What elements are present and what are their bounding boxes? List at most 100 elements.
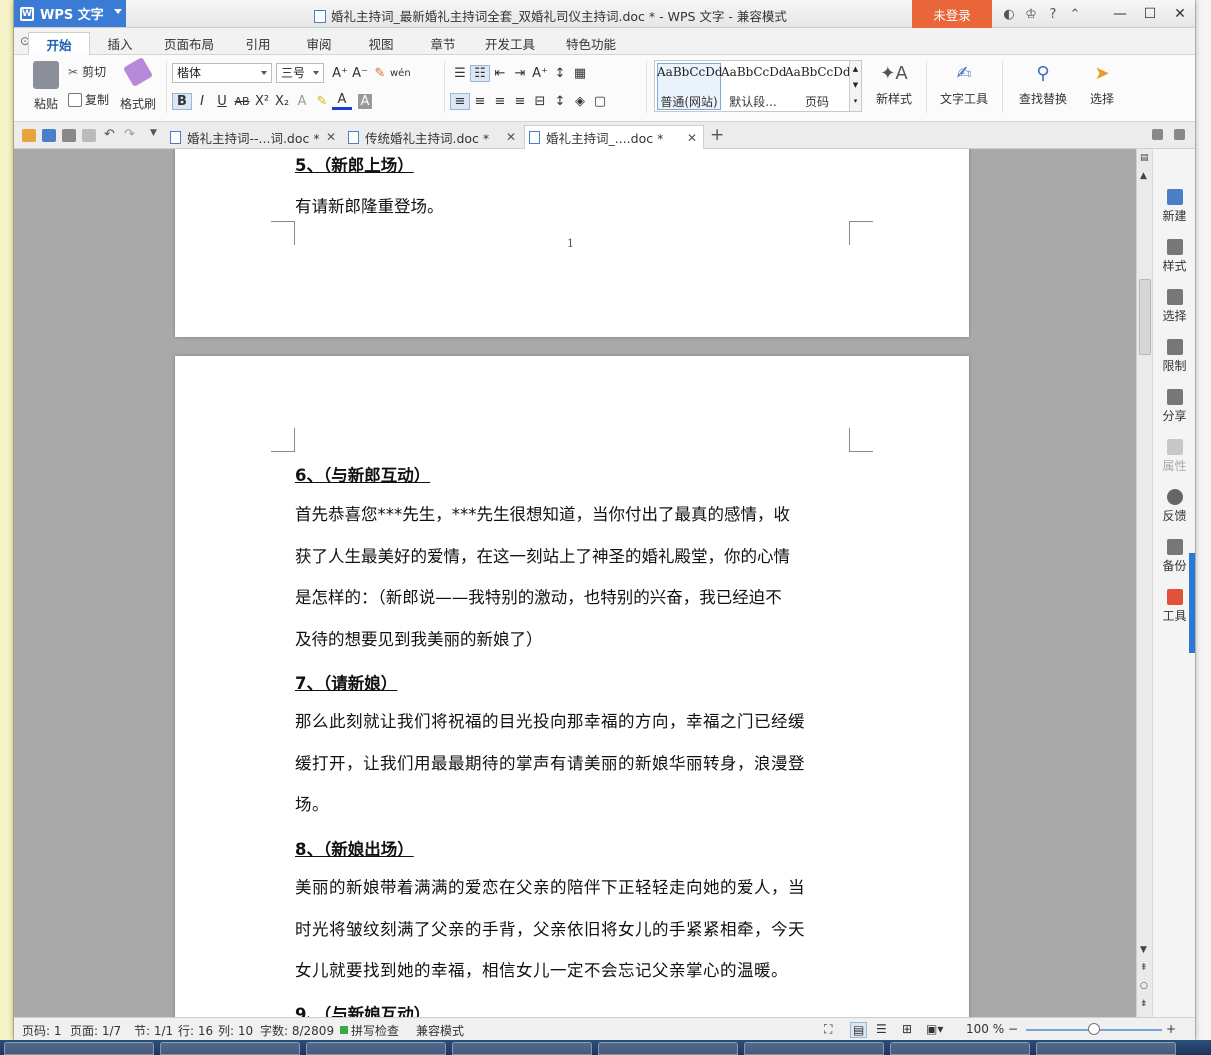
outline-view-icon[interactable]: ☰ [876, 1022, 887, 1036]
shirt-icon[interactable]: ♔ [1020, 7, 1042, 22]
page-view-icon[interactable]: ▤ [850, 1022, 868, 1038]
font-name-select[interactable]: 楷体 [172, 63, 272, 83]
highlight-icon[interactable]: ✎ [312, 94, 332, 109]
justify-icon[interactable]: ≡ [510, 94, 530, 109]
style-preview-normal[interactable]: AaBbCcDd [657, 65, 723, 79]
subscript-button[interactable]: X₂ [272, 94, 292, 109]
line-spacing-icon[interactable]: ↕ [550, 94, 570, 109]
vertical-scrollbar[interactable]: ▤ ▲ ▼ ⇞ ○ ⇟ [1136, 149, 1152, 1017]
quick-access-dropdown-icon[interactable]: ▼ [150, 128, 157, 138]
align-right-icon[interactable]: ≡ [490, 94, 510, 109]
status-pages[interactable]: 页面: 1/7 [70, 1022, 121, 1039]
chinese-layout-icon[interactable]: A⁺ [530, 66, 550, 81]
task-select[interactable]: 选择 [1153, 289, 1195, 324]
minimize-icon[interactable]: — [1105, 0, 1135, 28]
taskbar-button[interactable] [598, 1042, 738, 1055]
tab-special-features[interactable]: 特色功能 [546, 32, 636, 55]
border-icon[interactable]: ▢ [590, 94, 610, 109]
doc-tab-2[interactable]: 传统婚礼主持词.doc * ✕ [344, 125, 522, 149]
help-button[interactable]: ? [1042, 7, 1064, 22]
close-tab-icon[interactable]: ✕ [687, 131, 697, 145]
style-label-normal[interactable]: 普通(网站) [657, 93, 721, 110]
paste-button[interactable]: 粘贴 [24, 61, 68, 112]
taskbar-button[interactable] [452, 1042, 592, 1055]
add-tab-button[interactable]: + [710, 125, 724, 145]
tab-developer[interactable]: 开发工具 [474, 32, 546, 55]
style-preview-page-number[interactable]: AaBbCcDd [785, 65, 851, 79]
italic-button[interactable]: I [192, 94, 212, 109]
restore-icon[interactable] [1152, 129, 1163, 140]
tab-view[interactable]: 视图 [350, 32, 412, 55]
login-button[interactable]: 未登录 [912, 0, 992, 28]
style-preview-default[interactable]: AaBbCcDd [721, 65, 787, 79]
task-restrict[interactable]: 限制 [1153, 339, 1195, 374]
superscript-button[interactable]: X² [252, 94, 272, 109]
tab-references[interactable]: 引用 [228, 32, 288, 55]
tab-review[interactable]: 审阅 [288, 32, 350, 55]
status-column[interactable]: 列: 10 [218, 1022, 253, 1039]
style-gallery-scroll-icon[interactable]: ▲ ▼ ▾ [849, 61, 861, 111]
status-spell-check[interactable]: 拼写检查 [351, 1022, 399, 1039]
bullet-list-icon[interactable]: ☰ [450, 66, 470, 81]
font-color-button[interactable]: A [332, 92, 352, 110]
phonetic-icon[interactable]: wén [390, 68, 411, 79]
zoom-level[interactable]: 100 % [966, 1022, 1004, 1036]
text-tools-button[interactable]: ✍ 文字工具 [932, 63, 996, 107]
zoom-slider-knob[interactable] [1088, 1023, 1100, 1035]
scrollbar-thumb[interactable] [1139, 279, 1151, 355]
new-style-button[interactable]: ✦A 新样式 [866, 63, 922, 107]
previous-page-icon[interactable]: ⇞ [1140, 963, 1148, 973]
align-center-icon[interactable]: ≡ [470, 94, 490, 109]
grow-font-icon[interactable]: A⁺ [330, 66, 350, 81]
tab-menu-icon[interactable] [1174, 129, 1185, 140]
shading-icon[interactable]: ◈ [570, 94, 590, 109]
table-grid-icon[interactable]: ▦ [570, 66, 590, 81]
decrease-indent-icon[interactable]: ⇤ [490, 66, 510, 81]
print-preview-icon[interactable] [82, 129, 96, 142]
close-icon[interactable]: ✕ [1165, 0, 1195, 28]
taskbar-button[interactable] [1036, 1042, 1176, 1055]
tab-page-layout[interactable]: 页面布局 [150, 32, 228, 55]
status-line[interactable]: 行: 16 [178, 1022, 213, 1039]
skin-icon[interactable]: ◐ [998, 7, 1020, 22]
reading-mode-icon[interactable]: ▣▾ [926, 1022, 943, 1036]
taskbar-button[interactable] [744, 1042, 884, 1055]
zoom-out-icon[interactable]: − [1008, 1022, 1018, 1036]
scroll-up-icon[interactable]: ▲ [1140, 171, 1147, 181]
task-feedback[interactable]: 反馈 [1153, 489, 1195, 524]
text-effect-button[interactable]: A [292, 94, 312, 109]
sort-icon[interactable]: ↕ [550, 66, 570, 81]
status-section[interactable]: 节: 1/1 [134, 1022, 173, 1039]
char-shading-icon[interactable]: A [358, 93, 372, 109]
maximize-icon[interactable]: ☐ [1135, 0, 1165, 28]
fit-page-icon[interactable]: ⛶ [824, 1022, 832, 1037]
style-label-default[interactable]: 默认段... [721, 93, 785, 110]
underline-button[interactable]: U [212, 94, 232, 109]
status-page-code[interactable]: 页码: 1 [22, 1022, 62, 1039]
clear-format-icon[interactable]: ✎ [370, 66, 390, 81]
select-button[interactable]: ➤ 选择 [1080, 63, 1124, 107]
scroll-down-icon[interactable]: ▼ [1140, 945, 1147, 955]
doc-tab-1[interactable]: 婚礼主持词--...词.doc * ✕ [166, 125, 342, 149]
cut-button[interactable]: ✂ 剪切 [68, 63, 106, 80]
format-painter-button[interactable]: 格式刷 [116, 56, 160, 112]
zoom-in-icon[interactable]: + [1166, 1022, 1176, 1036]
tab-start[interactable]: 开始 [28, 32, 90, 55]
taskbar-button[interactable] [160, 1042, 300, 1055]
undo-icon[interactable]: ↶ [104, 127, 115, 142]
status-word-count[interactable]: 字数: 8/2809 [260, 1022, 334, 1039]
redo-icon[interactable]: ↷ [124, 127, 135, 142]
bold-button[interactable]: B [172, 92, 192, 110]
taskbar-button[interactable] [890, 1042, 1030, 1055]
font-size-select[interactable]: 三号 [276, 63, 324, 83]
close-tab-icon[interactable]: ✕ [326, 130, 336, 144]
tab-sections[interactable]: 章节 [412, 32, 474, 55]
numbered-list-icon[interactable]: ☷ [470, 64, 490, 82]
distribute-icon[interactable]: ⊟ [530, 94, 550, 109]
next-page-icon[interactable]: ⇟ [1140, 999, 1148, 1009]
collapse-ribbon-icon[interactable]: ⌃ [1064, 7, 1086, 22]
copy-button[interactable]: 复制 [68, 91, 109, 108]
task-share[interactable]: 分享 [1153, 389, 1195, 424]
shrink-font-icon[interactable]: A⁻ [350, 66, 370, 81]
doc-tab-3-active[interactable]: 婚礼主持词_....doc * ✕ [524, 125, 704, 149]
